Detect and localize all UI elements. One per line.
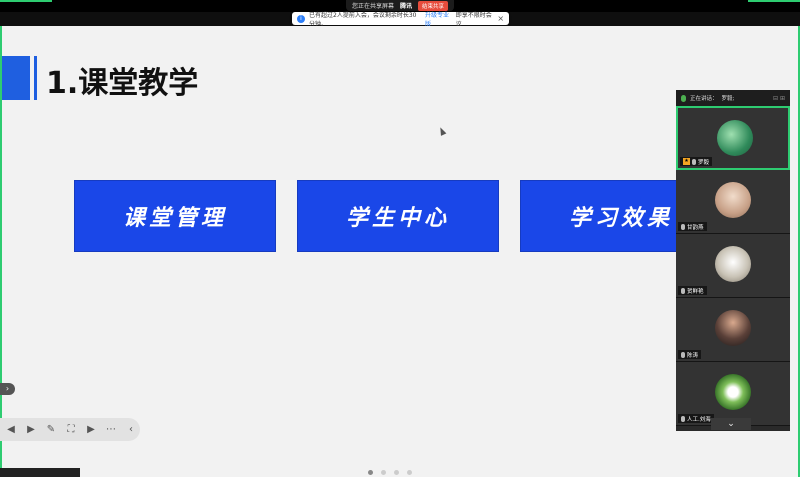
slide-title: 1.课堂教学: [46, 66, 199, 101]
share-border-right: [748, 0, 800, 2]
card-student-center: 学生中心: [297, 180, 499, 252]
card-classroom-management: 课堂管理: [74, 180, 276, 252]
meeting-notice: i 已有超过2人提前入会，会议剩余时长30分钟。 升级专业版 即享不限时会议 ×: [292, 10, 509, 28]
participant-tile[interactable]: 贺鲜艳: [676, 234, 790, 298]
pen-icon[interactable]: ✎: [44, 423, 58, 437]
collapse-icon[interactable]: ‹: [124, 423, 138, 437]
avatar: [717, 120, 753, 156]
participant-name: 人工.刘海: [687, 416, 711, 423]
page-indicator: [368, 470, 412, 475]
prev-page-icon[interactable]: ◀: [4, 423, 18, 437]
page-dot[interactable]: [368, 470, 373, 475]
video-icon[interactable]: ▶: [84, 423, 98, 437]
participant-panel: 正在讲话： 罗毅; ⊟ ⊞ ★ 罗毅 甘韵燕 贺鲜艳 陈涛 人工.刘海: [676, 90, 790, 431]
more-icon[interactable]: ⋯: [104, 423, 118, 437]
avatar: [715, 246, 751, 282]
mic-icon: [692, 158, 696, 165]
avatar: [715, 182, 751, 218]
host-badge-icon: ★: [683, 158, 690, 165]
participant-name-tag: 陈涛: [678, 350, 702, 359]
page-dot[interactable]: [407, 470, 412, 475]
upgrade-link[interactable]: 升级专业版: [425, 10, 452, 28]
participant-name: 罗毅: [698, 159, 710, 166]
participant-name-tag: 甘韵燕: [678, 222, 707, 231]
mic-icon: [681, 415, 685, 422]
participant-tile[interactable]: 人工.刘海: [676, 362, 790, 426]
capture-icon[interactable]: ⛶: [64, 423, 78, 437]
mouse-cursor-icon: [437, 126, 447, 136]
mic-icon: [681, 287, 685, 294]
participant-name-tag: 人工.刘海: [678, 414, 714, 423]
speaking-name: 罗毅;: [721, 96, 735, 102]
mic-icon: [681, 351, 685, 358]
avatar: [715, 374, 751, 410]
speaking-header: 正在讲话： 罗毅; ⊟ ⊞: [676, 90, 790, 106]
title-bar-block: [0, 56, 30, 100]
participant-name: 贺鲜艳: [687, 288, 704, 295]
avatar: [715, 310, 751, 346]
slide-toolbar: ◀ ▶ ✎ ⛶ ▶ ⋯ ‹: [0, 418, 140, 441]
notice-text: 已有超过2人提前入会，会议剩余时长30分钟。: [309, 11, 417, 28]
page-dot[interactable]: [381, 470, 386, 475]
page-dot[interactable]: [394, 470, 399, 475]
panel-controls-icon[interactable]: ⊟ ⊞: [773, 95, 785, 102]
notice-tail: 即享不限时会议: [455, 11, 492, 28]
next-page-icon[interactable]: ▶: [24, 423, 38, 437]
mic-icon: [681, 94, 686, 102]
participant-name-tag: ★ 罗毅: [680, 157, 713, 166]
title-accent-line: [34, 56, 37, 100]
speaking-label: 正在讲话：: [690, 96, 718, 102]
participant-tile[interactable]: 陈涛: [676, 298, 790, 362]
expand-handle[interactable]: ›: [0, 383, 15, 395]
participant-name-tag: 贺鲜艳: [678, 286, 707, 295]
mic-icon: [681, 223, 685, 230]
participant-tile[interactable]: ★ 罗毅: [676, 106, 790, 170]
participant-name: 甘韵燕: [687, 224, 704, 231]
share-border-left: [0, 0, 52, 2]
participant-name: 陈涛: [687, 352, 699, 359]
info-icon: i: [297, 14, 305, 23]
scroll-down-icon[interactable]: ⌄: [711, 418, 751, 430]
close-icon[interactable]: ×: [497, 14, 504, 23]
share-border-left-edge: [0, 26, 2, 477]
bottom-caption-strip: [0, 468, 80, 477]
participant-tile[interactable]: 甘韵燕: [676, 170, 790, 234]
